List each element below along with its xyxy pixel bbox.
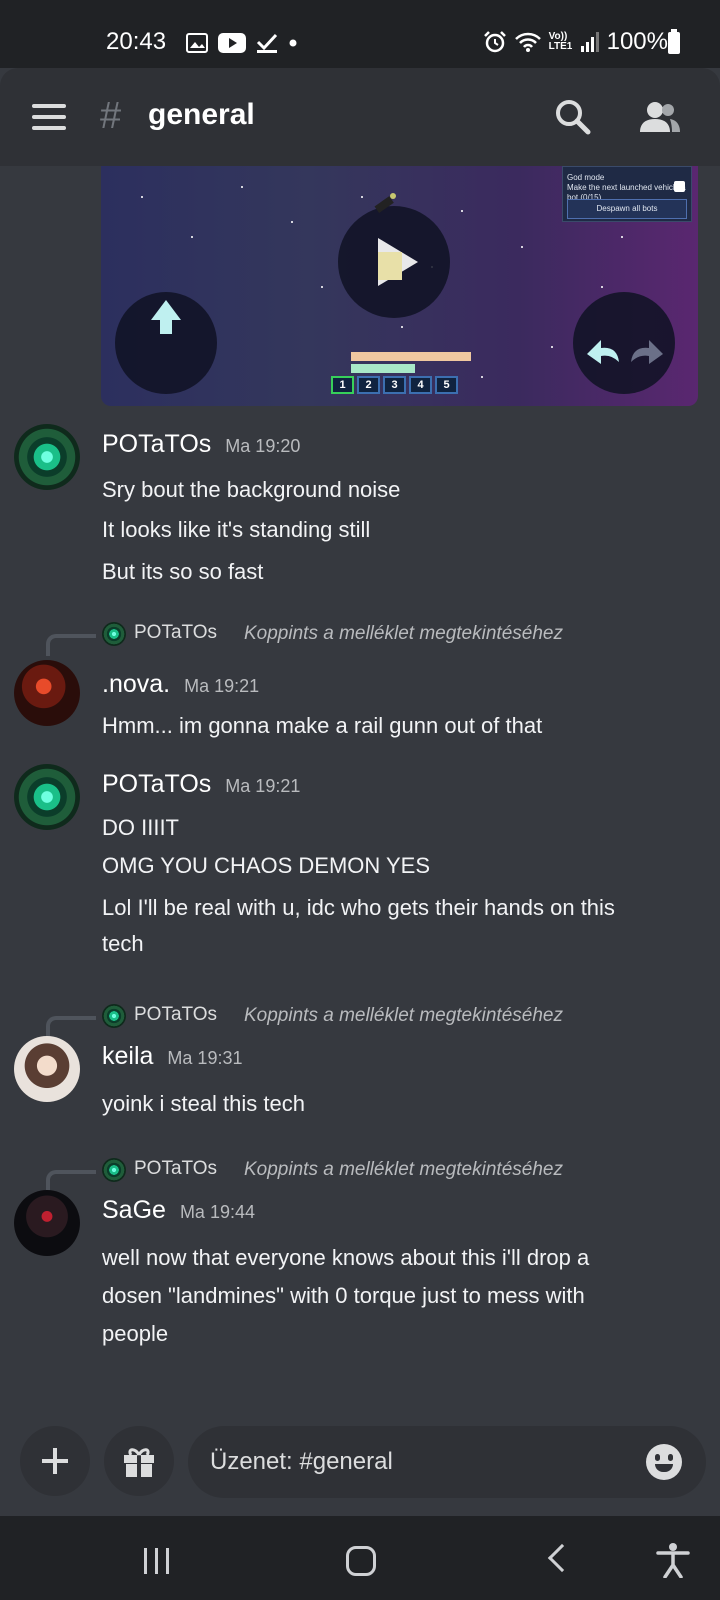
gift-icon	[124, 1448, 154, 1477]
add-attachment-button[interactable]	[20, 1426, 90, 1496]
hud-bars	[341, 352, 471, 376]
status-right: Vo)) LTE1 100%	[483, 28, 668, 56]
reply-preview[interactable]: POTaTOs Koppints a melléklet megtekintés…	[0, 618, 720, 656]
avatar[interactable]	[14, 764, 80, 830]
reply-author: POTaTOs	[134, 622, 218, 643]
message-line: tech	[102, 931, 144, 956]
message[interactable]: POTaTOs Ma 19:21 DO IIIIT OMG YOU CHAOS D…	[0, 764, 720, 974]
reply-avatar	[102, 622, 126, 646]
message-line: Hmm... im gonna make a rail gunn out of …	[102, 713, 543, 738]
message-composer: Üzenet: #general	[0, 1426, 720, 1516]
message-line: Sry bout the background noise	[102, 477, 401, 502]
emoji-icon[interactable]	[646, 1444, 682, 1480]
rotate-control	[573, 292, 675, 394]
reply-author: POTaTOs	[134, 1158, 218, 1179]
hotbar: 1 2 3 4 5	[331, 376, 458, 394]
gift-button[interactable]	[104, 1426, 174, 1496]
search-icon[interactable]	[554, 98, 592, 136]
game-video-attachment[interactable]: God mode Make the next launched vehicle a…	[101, 166, 698, 406]
message[interactable]: SaGe Ma 19:44 well now that everyone know…	[0, 1190, 720, 1360]
hotbar-slot: 3	[383, 376, 406, 394]
gallery-icon	[186, 33, 208, 53]
home-icon[interactable]	[346, 1546, 376, 1576]
timestamp: Ma 19:20	[225, 436, 301, 456]
message-line: well now that everyone knows about this …	[102, 1245, 590, 1270]
message[interactable]: POTaTOs Ma 19:20 Sry bout the background …	[0, 424, 720, 594]
play-icon	[378, 238, 418, 286]
username[interactable]: .nova.	[102, 670, 170, 698]
message-line: It looks like it's standing still	[102, 517, 371, 542]
channel-hash-icon: #	[100, 95, 122, 137]
play-control	[338, 206, 450, 318]
hotbar-slot: 1	[331, 376, 354, 394]
avatar[interactable]	[14, 1190, 80, 1256]
avatar[interactable]	[14, 424, 80, 490]
message-line: But its so so fast	[102, 559, 264, 584]
task-check-icon	[256, 33, 278, 53]
message-input[interactable]: Üzenet: #general	[188, 1426, 706, 1498]
network-label: Vo)) LTE1	[548, 31, 573, 52]
up-arrow-control	[115, 292, 217, 394]
reply-preview[interactable]: POTaTOs Koppints a melléklet megtekintés…	[0, 1154, 720, 1192]
message-line: OMG YOU CHAOS DEMON YES	[102, 853, 431, 878]
message-input-placeholder: Üzenet: #general	[210, 1448, 393, 1475]
message-line: DO IIIIT	[102, 815, 179, 840]
message-line: yoink i steal this tech	[102, 1091, 305, 1116]
recent-apps-icon[interactable]	[144, 1548, 169, 1574]
wifi-icon	[514, 32, 541, 52]
signal-icon	[580, 32, 599, 52]
notification-icons	[186, 33, 298, 53]
back-icon[interactable]	[547, 1543, 577, 1573]
status-bar: 20:43 Vo)) LTE1 100%	[0, 0, 720, 68]
reply-avatar	[102, 1004, 126, 1028]
rotate-arrows-icon	[587, 340, 663, 364]
message-line: dosen "landmines" with 0 torque just to …	[102, 1283, 585, 1308]
avatar[interactable]	[14, 660, 80, 726]
avatar[interactable]	[14, 1036, 80, 1102]
hotbar-slot: 2	[357, 376, 380, 394]
timestamp: Ma 19:21	[225, 776, 301, 796]
message[interactable]: keila Ma 19:31 yoink i steal this tech	[0, 1036, 720, 1136]
username[interactable]: POTaTOs	[102, 430, 211, 458]
bot-checkbox	[674, 181, 685, 192]
youtube-icon	[218, 33, 246, 53]
timestamp: Ma 19:21	[184, 676, 260, 696]
up-arrow-icon	[151, 300, 181, 334]
message[interactable]: .nova. Ma 19:21 Hmm... im gonna make a ra…	[0, 660, 720, 750]
menu-icon[interactable]	[32, 104, 66, 130]
battery-icon	[668, 29, 680, 54]
system-navigation-bar	[0, 1516, 720, 1600]
message-line: people	[102, 1321, 169, 1346]
username[interactable]: SaGe	[102, 1196, 166, 1224]
message-list[interactable]: God mode Make the next launched vehicle a…	[0, 166, 720, 1426]
timestamp: Ma 19:44	[179, 1202, 255, 1222]
channel-header: # general	[0, 68, 720, 166]
accessibility-icon[interactable]	[656, 1542, 690, 1578]
reply-text: Koppints a melléklet megtekintéséhez	[244, 1159, 563, 1180]
despawn-bots-button: Despawn all bots	[567, 199, 687, 219]
reply-avatar	[102, 1158, 126, 1182]
dot-icon	[289, 39, 297, 47]
menu-god-mode: God mode	[567, 173, 605, 182]
reply-author: POTaTOs	[134, 1004, 218, 1025]
hotbar-slot: 4	[409, 376, 432, 394]
hotbar-slot: 5	[435, 376, 458, 394]
reply-text: Koppints a melléklet megtekintéséhez	[244, 623, 563, 644]
reply-text: Koppints a melléklet megtekintéséhez	[244, 1005, 563, 1026]
channel-name[interactable]: general	[148, 98, 255, 132]
alarm-icon	[483, 31, 506, 53]
reply-preview[interactable]: POTaTOs Koppints a melléklet megtekintés…	[0, 1000, 720, 1038]
timestamp: Ma 19:31	[167, 1048, 243, 1068]
battery-percent: 100%	[606, 28, 668, 55]
rocket-icon	[374, 193, 396, 214]
status-time: 20:43	[106, 28, 167, 55]
game-menu-panel: God mode Make the next launched vehicle a…	[562, 166, 692, 222]
username[interactable]: POTaTOs	[102, 770, 211, 798]
username[interactable]: keila	[102, 1042, 153, 1070]
message-line: Lol I'll be real with u, idc who gets th…	[102, 895, 615, 920]
members-icon[interactable]	[640, 100, 680, 134]
